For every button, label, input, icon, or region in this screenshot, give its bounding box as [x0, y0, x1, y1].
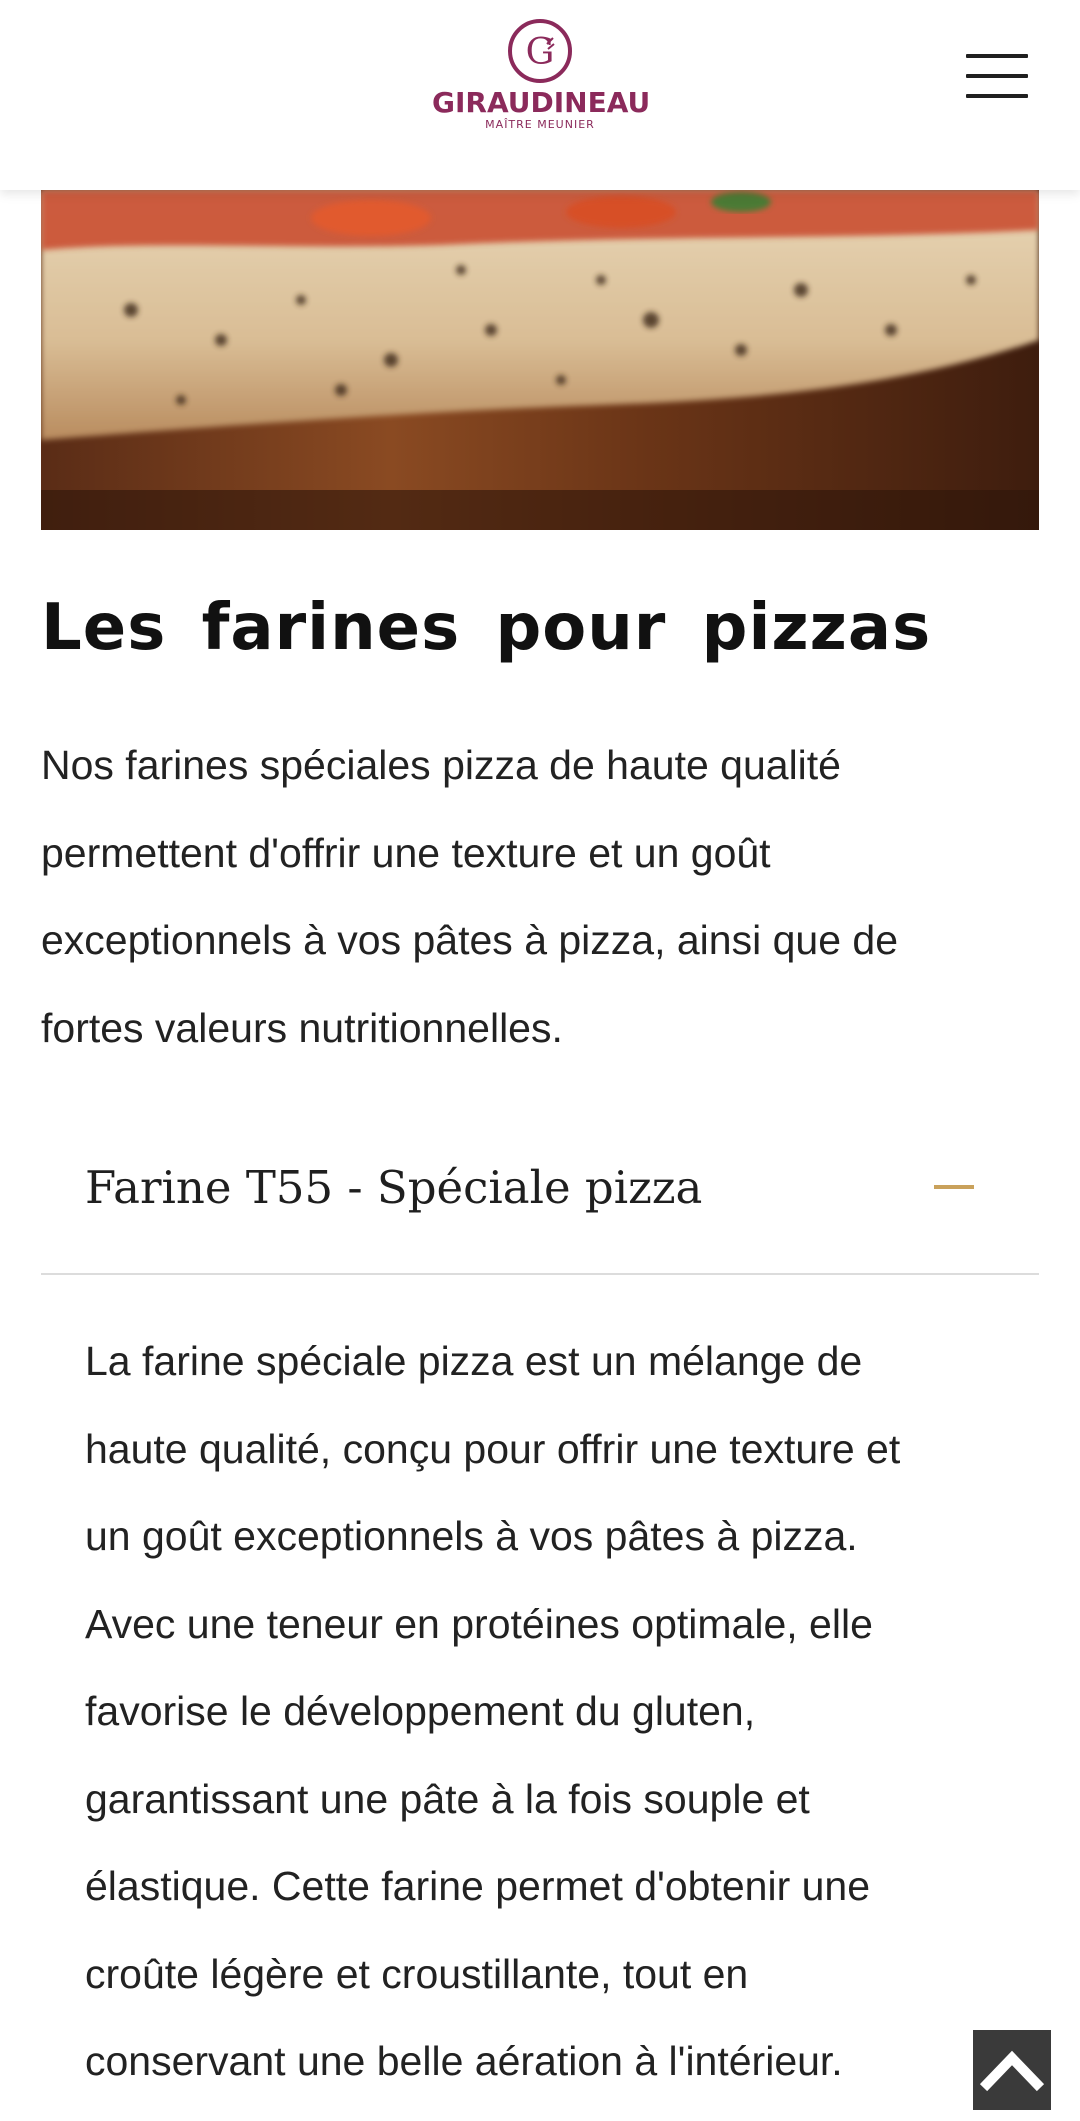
giraudineau-logo[interactable]: G GIRAUDINEAU MAÎTRE MEUNIER	[432, 18, 651, 138]
intro-line: permettent d'offrir une texture et un go…	[41, 829, 771, 876]
hero-pizza-image	[41, 190, 1039, 530]
brand-name: GIRAUDINEAU	[432, 86, 651, 119]
accordion-line: La farine spéciale pizza est un mélange …	[85, 1338, 863, 1384]
brand-tagline: MAÎTRE MEUNIER	[485, 118, 595, 131]
accordion-item-farine-t55[interactable]: Farine T55 - Spéciale pizza	[41, 1110, 1039, 1275]
accordion-line: favorise le développement du gluten,	[85, 1688, 756, 1734]
site-header: G GIRAUDINEAU MAÎTRE MEUNIER	[0, 0, 1080, 190]
accordion-content: La farine spéciale pizza est un mélange …	[85, 1318, 1010, 2106]
svg-text:G: G	[526, 32, 555, 73]
accordion-line: Avec une teneur en protéines optimale, e…	[85, 1600, 873, 1647]
accordion-line: haute qualité, conçu pour offrir une tex…	[85, 1425, 901, 1472]
section-intro: Nos farines spéciales pizza de haute qua…	[41, 722, 1041, 1072]
hamburger-menu-icon[interactable]	[966, 54, 1028, 98]
intro-line: fortes valeurs nutritionnelles.	[41, 1004, 563, 1051]
accordion-line: élastique. Cette farine permet d'obtenir…	[85, 1863, 871, 1909]
accordion-line: croûte légère et croustillante, tout en	[85, 1950, 749, 1997]
intro-line: Nos farines spéciales pizza de haute qua…	[41, 742, 841, 788]
section-title: Les farines pour pizzas	[41, 591, 932, 665]
scroll-to-top-button[interactable]	[973, 2030, 1051, 2110]
pizza-photo	[41, 190, 1039, 530]
accordion-line: un goût exceptionnels à vos pâtes à pizz…	[85, 1513, 858, 1559]
logo-emblem-icon: G	[508, 19, 572, 83]
accordion-title: Farine T55 - Spéciale pizza	[85, 1161, 703, 1214]
intro-line: exceptionnels à vos pâtes à pizza, ainsi…	[41, 917, 898, 963]
accordion-line: conservant une belle aération à l'intéri…	[85, 2038, 843, 2084]
accordion-line: garantissant une pâte à la fois souple e…	[85, 1775, 810, 1822]
chevron-up-icon	[979, 2050, 1045, 2092]
minus-icon[interactable]	[934, 1185, 974, 1189]
